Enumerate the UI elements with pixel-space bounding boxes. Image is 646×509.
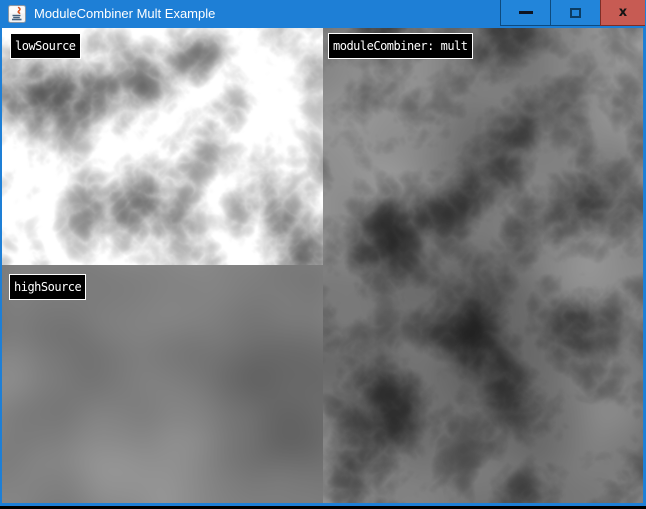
- minimize-icon: [519, 11, 533, 14]
- title-bar[interactable]: ModuleCombiner Mult Example x: [0, 0, 646, 28]
- high-source-image: [2, 265, 323, 503]
- module-combiner-label: moduleCombiner: mult: [328, 33, 473, 59]
- close-icon: x: [619, 6, 627, 19]
- render-area: lowSource highSource moduleCombiner: mul…: [2, 28, 643, 503]
- low-source-image: [2, 28, 323, 265]
- maximize-icon: [570, 8, 581, 18]
- close-button[interactable]: x: [600, 0, 645, 26]
- minimize-button[interactable]: [500, 0, 550, 26]
- app-window: ModuleCombiner Mult Example x lowSource …: [0, 0, 646, 506]
- module-combiner-image: [323, 28, 643, 503]
- window-title: ModuleCombiner Mult Example: [34, 0, 215, 28]
- maximize-button[interactable]: [550, 0, 600, 26]
- window-controls: x: [500, 0, 645, 26]
- java-coffee-cup-icon[interactable]: [8, 5, 26, 23]
- high-source-label: highSource: [9, 274, 86, 300]
- low-source-label: lowSource: [10, 33, 81, 59]
